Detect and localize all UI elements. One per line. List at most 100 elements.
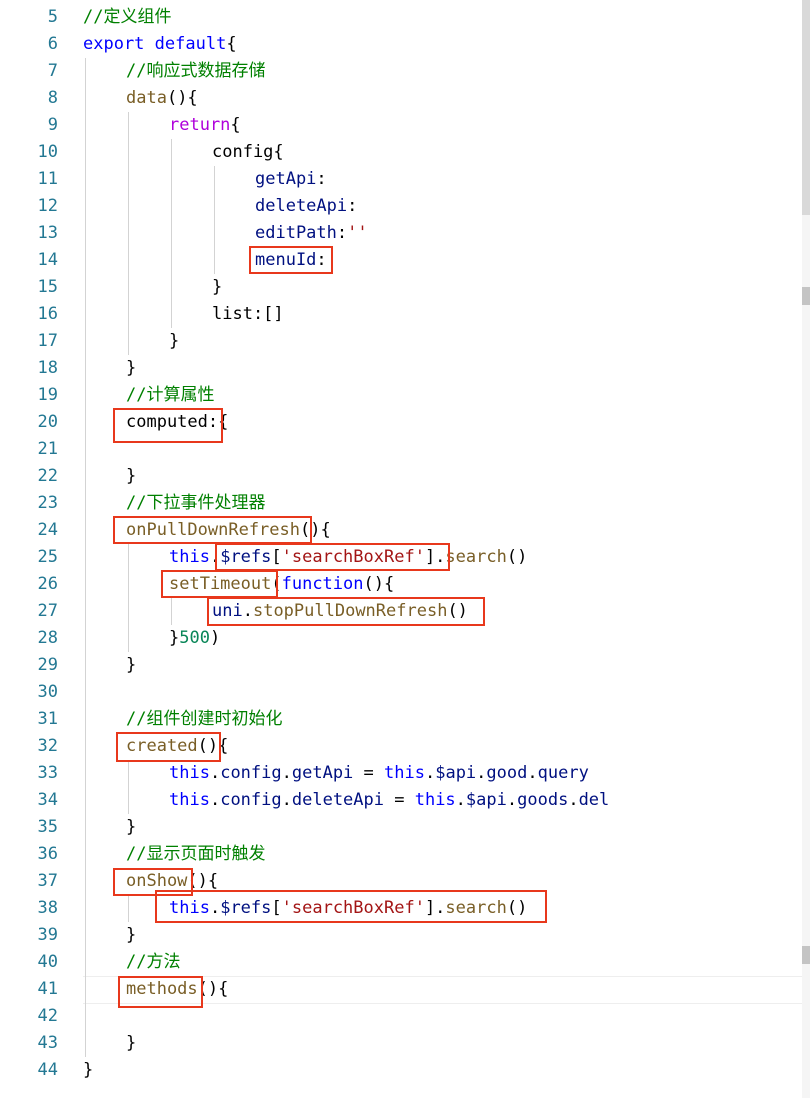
line-number: 33 <box>37 763 58 783</box>
code-line[interactable]: 11 getApi: <box>0 166 802 193</box>
code-line[interactable]: 16 list:[] <box>0 301 802 328</box>
code-token: export <box>83 34 145 54</box>
code-line[interactable]: 8 data(){ <box>0 85 802 112</box>
line-number: 41 <box>37 979 58 999</box>
code-token: . <box>455 790 466 810</box>
code-token: . <box>209 898 221 918</box>
code-line[interactable]: 28}500) <box>0 625 802 652</box>
line-number: 6 <box>47 34 58 54</box>
code-line[interactable]: 27 uni.stopPullDownRefresh() <box>0 598 802 625</box>
code-line[interactable]: 42 <box>0 1003 802 1030</box>
code-line[interactable]: 24 onPullDownRefresh(){ <box>0 517 802 544</box>
line-number: 11 <box>37 169 58 189</box>
code-line[interactable]: 41 methods(){ <box>0 976 802 1003</box>
line-number: 30 <box>37 682 58 702</box>
line-code: } <box>126 814 136 841</box>
code-line[interactable]: 33 this.config.getApi = this.$api.good.qu… <box>0 760 802 787</box>
line-code: setTimeout(function(){ <box>169 571 394 598</box>
line-code: //方法 <box>126 949 180 976</box>
code-line[interactable]: 34 this.config.deleteApi = this.$api.good… <box>0 787 802 814</box>
line-number: 7 <box>47 61 58 81</box>
code-token: //响应式数据存储 <box>126 61 266 81</box>
code-token: . <box>506 790 518 810</box>
code-line[interactable]: 31 //组件创建时初始化 <box>0 706 802 733</box>
vertical-scrollbar[interactable] <box>802 0 810 1098</box>
line-code: onShow(){ <box>126 868 218 895</box>
code-editor[interactable]: 5//定义组件 6 export default {7 //响应式数据存储 8 data()… <box>0 0 802 1098</box>
indent-guide <box>128 112 129 355</box>
line-number: 42 <box>37 1006 58 1026</box>
code-token: . <box>568 790 579 810</box>
code-line[interactable]: 6 export default{ <box>0 31 802 58</box>
line-code: editPath:'' <box>255 220 368 247</box>
code-line[interactable]: 23 //下拉事件处理器 <box>0 490 802 517</box>
code-line[interactable]: 21 <box>0 436 802 463</box>
code-token: 'searchBoxRef' <box>281 898 425 918</box>
code-token: onPullDownRefresh <box>126 520 300 540</box>
code-line[interactable]: 9 return{ <box>0 112 802 139</box>
code-line[interactable]: 40 //方法 <box>0 949 802 976</box>
code-token: . <box>209 763 221 783</box>
code-token: 'searchBoxRef' <box>281 547 425 567</box>
code-token: } <box>126 925 137 945</box>
code-line[interactable]: 7 //响应式数据存储 <box>0 58 802 85</box>
line-number: 31 <box>37 709 58 729</box>
scrollbar-thumb[interactable] <box>802 0 810 215</box>
line-number: 43 <box>37 1033 58 1053</box>
code-token: } <box>169 628 180 648</box>
line-code: //显示页面时触发 <box>126 841 265 868</box>
code-line[interactable]: 25 this.$refs['searchBoxRef'].search() <box>0 544 802 571</box>
line-number: 26 <box>37 574 58 594</box>
line-code: computed:{ <box>126 409 228 436</box>
line-number: 35 <box>37 817 58 837</box>
code-line[interactable]: 38 this.$refs['searchBoxRef'].search() <box>0 895 802 922</box>
line-code: config{ <box>212 139 284 166</box>
code-line[interactable]: 20 computed:{ <box>0 409 802 436</box>
code-line[interactable]: 22} <box>0 463 802 490</box>
code-token: . <box>242 601 253 621</box>
code-token: list:[] <box>212 304 284 324</box>
code-line[interactable]: 39} <box>0 922 802 949</box>
code-line[interactable]: 32 created(){ <box>0 733 802 760</box>
code-token: . <box>424 763 436 783</box>
code-line[interactable]: 5 //定义组件 <box>0 4 802 31</box>
code-token: getApi <box>255 169 317 189</box>
line-code: data(){ <box>126 85 198 112</box>
code-line[interactable]: 19 //计算属性 <box>0 382 802 409</box>
code-token: good <box>486 763 528 783</box>
code-line[interactable]: 13 editPath:'' <box>0 220 802 247</box>
code-token: //计算属性 <box>126 385 215 405</box>
code-token: search <box>445 547 507 567</box>
code-line[interactable]: 17} <box>0 328 802 355</box>
line-number: 32 <box>37 736 58 756</box>
code-line[interactable]: 26 setTimeout(function(){ <box>0 571 802 598</box>
code-line[interactable]: 18} <box>0 355 802 382</box>
code-line[interactable]: 29} <box>0 652 802 679</box>
code-token: () <box>506 898 528 918</box>
code-token: deleteApi <box>255 196 348 216</box>
code-line[interactable]: 14 menuId: <box>0 247 802 274</box>
code-token: //显示页面时触发 <box>126 844 266 864</box>
line-number: 8 <box>47 88 58 108</box>
code-line[interactable]: 36 //显示页面时触发 <box>0 841 802 868</box>
code-line[interactable]: 15} <box>0 274 802 301</box>
code-line[interactable]: 30 <box>0 679 802 706</box>
code-token: uni <box>212 601 243 621</box>
indent-guide <box>214 166 215 274</box>
line-number: 23 <box>37 493 58 513</box>
code-token: setTimeout <box>169 574 272 594</box>
line-code: getApi: <box>255 166 327 193</box>
code-line[interactable]: 44} <box>0 1057 802 1084</box>
code-token: { <box>230 115 241 135</box>
code-line[interactable]: 43} <box>0 1030 802 1057</box>
line-code: return{ <box>169 112 241 139</box>
code-token: default <box>154 34 227 54</box>
scrollbar-marker <box>802 287 810 305</box>
line-number: 21 <box>37 439 58 459</box>
code-line[interactable]: 12 deleteApi: <box>0 193 802 220</box>
code-line[interactable]: 35} <box>0 814 802 841</box>
code-token: } <box>169 331 180 351</box>
code-line[interactable]: 37 onShow(){ <box>0 868 802 895</box>
code-token: $api <box>465 790 507 810</box>
code-line[interactable]: 10 config{ <box>0 139 802 166</box>
